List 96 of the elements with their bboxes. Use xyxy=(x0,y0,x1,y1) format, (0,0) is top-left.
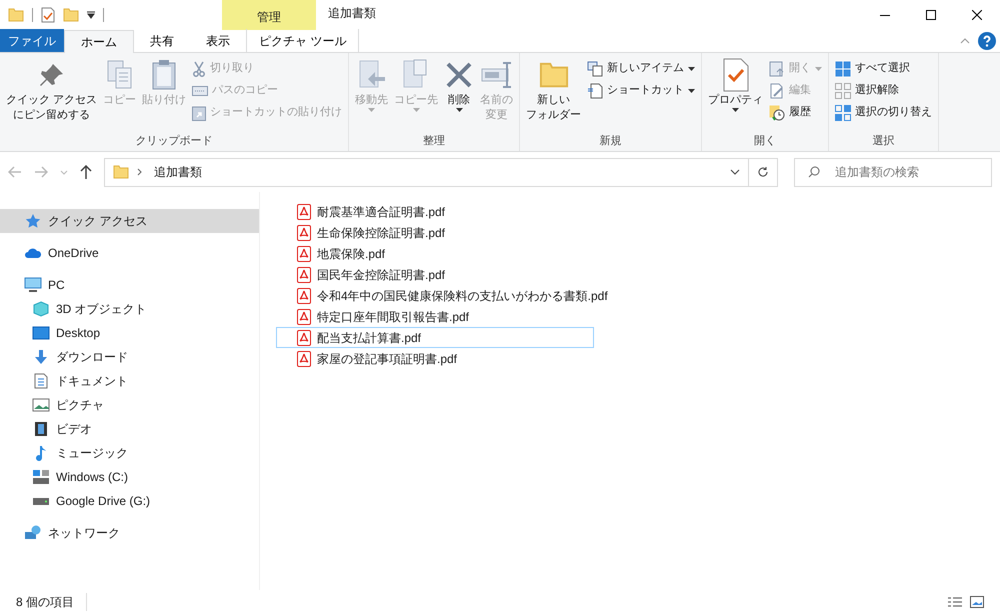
monitor-icon xyxy=(24,277,42,293)
shortcut-icon xyxy=(587,82,604,98)
context-tab-header: 管理 xyxy=(222,0,316,30)
search-icon xyxy=(808,166,820,178)
minimize-icon xyxy=(880,14,890,16)
ribbon-group-label: 選択 xyxy=(872,134,896,149)
picture-icon xyxy=(32,397,50,413)
ribbon-small-button[interactable]: 新しいアイテム xyxy=(585,59,698,78)
nav-item[interactable]: PC xyxy=(0,273,259,297)
item-count: 8 個の項目 xyxy=(16,592,88,610)
scissors-icon xyxy=(192,60,206,76)
ribbon-group-label: 開く xyxy=(753,134,778,149)
rename-icon xyxy=(480,60,513,90)
search-field[interactable]: 追加書類の検索 xyxy=(794,158,992,186)
ribbon-tab[interactable]: 表示 xyxy=(190,29,246,52)
ribbon-group-label: クリップボード xyxy=(134,134,214,149)
ribbon-small-button[interactable]: 選択解除 xyxy=(833,81,934,100)
ribbon-large-button[interactable]: 新しい フォルダー xyxy=(524,57,584,123)
cube-icon xyxy=(32,301,50,317)
address-bar[interactable]: 追加書類 xyxy=(104,158,778,186)
pdf-file-icon xyxy=(297,330,311,346)
folder-icon xyxy=(113,164,129,180)
nav-item[interactable]: Desktop xyxy=(0,321,259,345)
close-icon xyxy=(972,10,982,20)
nav-item[interactable]: Windows (C:) xyxy=(0,465,259,489)
nav-item[interactable]: 3D オブジェクト xyxy=(0,297,259,321)
ribbon-group-label: 新規 xyxy=(598,134,623,149)
history-icon xyxy=(769,104,786,120)
ribbon-small-button[interactable]: すべて選択 xyxy=(833,59,934,78)
edit-icon xyxy=(769,82,786,98)
file-item[interactable]: 耐震基準適合証明書.pdf xyxy=(276,201,594,222)
open-icon xyxy=(769,60,786,76)
nav-item[interactable]: OneDrive xyxy=(0,241,259,265)
checklist-icon[interactable] xyxy=(41,7,55,23)
nav-item[interactable]: クイック アクセス xyxy=(0,209,259,233)
collapse-ribbon-icon[interactable] xyxy=(960,38,970,44)
file-item[interactable]: 配当支払計算書.pdf xyxy=(276,327,594,348)
path-copy-icon xyxy=(192,86,208,96)
refresh-icon[interactable] xyxy=(757,166,769,178)
select-none-icon xyxy=(835,82,852,98)
ribbon-small-button[interactable]: ショートカット xyxy=(585,81,698,100)
ribbon-group-label: 整理 xyxy=(422,134,446,149)
ribbon-large-button[interactable]: クイック アクセス にピン留めする xyxy=(4,57,100,123)
pdf-file-icon xyxy=(297,246,311,262)
network-icon xyxy=(24,525,42,541)
file-item[interactable]: 家屋の登記事項証明書.pdf xyxy=(276,348,594,369)
new-folder-icon xyxy=(538,60,569,90)
film-icon xyxy=(32,421,50,437)
folder-icon xyxy=(63,7,79,23)
nav-item[interactable]: ドキュメント xyxy=(0,369,259,393)
file-item[interactable]: 国民年金控除証明書.pdf xyxy=(276,264,594,285)
ribbon-tab[interactable]: ピクチャ ツール xyxy=(246,29,360,52)
details-view-icon[interactable] xyxy=(948,596,962,608)
file-item[interactable]: 特定口座年間取引報告書.pdf xyxy=(276,306,594,327)
delete-x-icon xyxy=(444,60,474,90)
nav-item[interactable]: ビデオ xyxy=(0,417,259,441)
ribbon-small-button[interactable]: 選択の切り替え xyxy=(833,103,934,122)
nav-item[interactable]: ダウンロード xyxy=(0,345,259,369)
pdf-file-icon xyxy=(297,266,311,282)
folder-icon xyxy=(8,7,24,23)
nav-item[interactable]: Google Drive (G:) xyxy=(0,489,259,513)
document-icon xyxy=(32,373,50,389)
dropdown-caret-icon[interactable] xyxy=(87,11,95,19)
ribbon-tab[interactable]: 共有 xyxy=(134,29,190,52)
ribbon-small-button[interactable]: 履歴 xyxy=(767,103,824,122)
star-icon xyxy=(24,213,42,229)
dropdown-caret-icon[interactable] xyxy=(730,169,740,175)
new-item-icon xyxy=(587,60,604,76)
pdf-file-icon xyxy=(297,288,311,304)
file-item[interactable]: 地震保険.pdf xyxy=(276,243,594,264)
pdf-file-icon xyxy=(297,308,311,324)
invert-selection-icon xyxy=(835,104,852,120)
ribbon-large-button[interactable]: プロパティ xyxy=(706,57,766,112)
pdf-file-icon xyxy=(297,204,311,220)
ribbon-tab[interactable]: ホーム xyxy=(64,30,134,53)
pdf-file-icon xyxy=(297,224,311,240)
desktop-icon xyxy=(32,325,50,341)
nav-item[interactable]: ミュージック xyxy=(0,441,259,465)
properties-check-icon xyxy=(720,58,751,92)
nav-item[interactable]: ネットワーク xyxy=(0,521,259,545)
nav-item[interactable]: ピクチャ xyxy=(0,393,259,417)
down-arrow-icon xyxy=(32,349,50,365)
maximize-icon xyxy=(926,10,936,20)
file-item[interactable]: 令和4年中の国民健康保険料の支払いがわかる書類.pdf xyxy=(276,285,613,306)
pdf-file-icon xyxy=(297,350,311,366)
chevron-icon xyxy=(137,168,142,176)
ribbon-large-button[interactable]: 削除 xyxy=(442,57,476,112)
address-path: 追加書類 xyxy=(154,164,202,181)
window-title: 追加書類 xyxy=(328,5,376,22)
file-item[interactable]: 生命保険控除証明書.pdf xyxy=(276,222,594,243)
thumbnail-view-icon[interactable] xyxy=(970,596,984,608)
help-icon[interactable] xyxy=(978,32,996,50)
select-all-icon xyxy=(835,60,852,76)
ribbon-tab[interactable]: ファイル xyxy=(0,29,64,52)
up-arrow-icon[interactable] xyxy=(80,165,92,179)
paste-shortcut-icon xyxy=(192,104,206,120)
